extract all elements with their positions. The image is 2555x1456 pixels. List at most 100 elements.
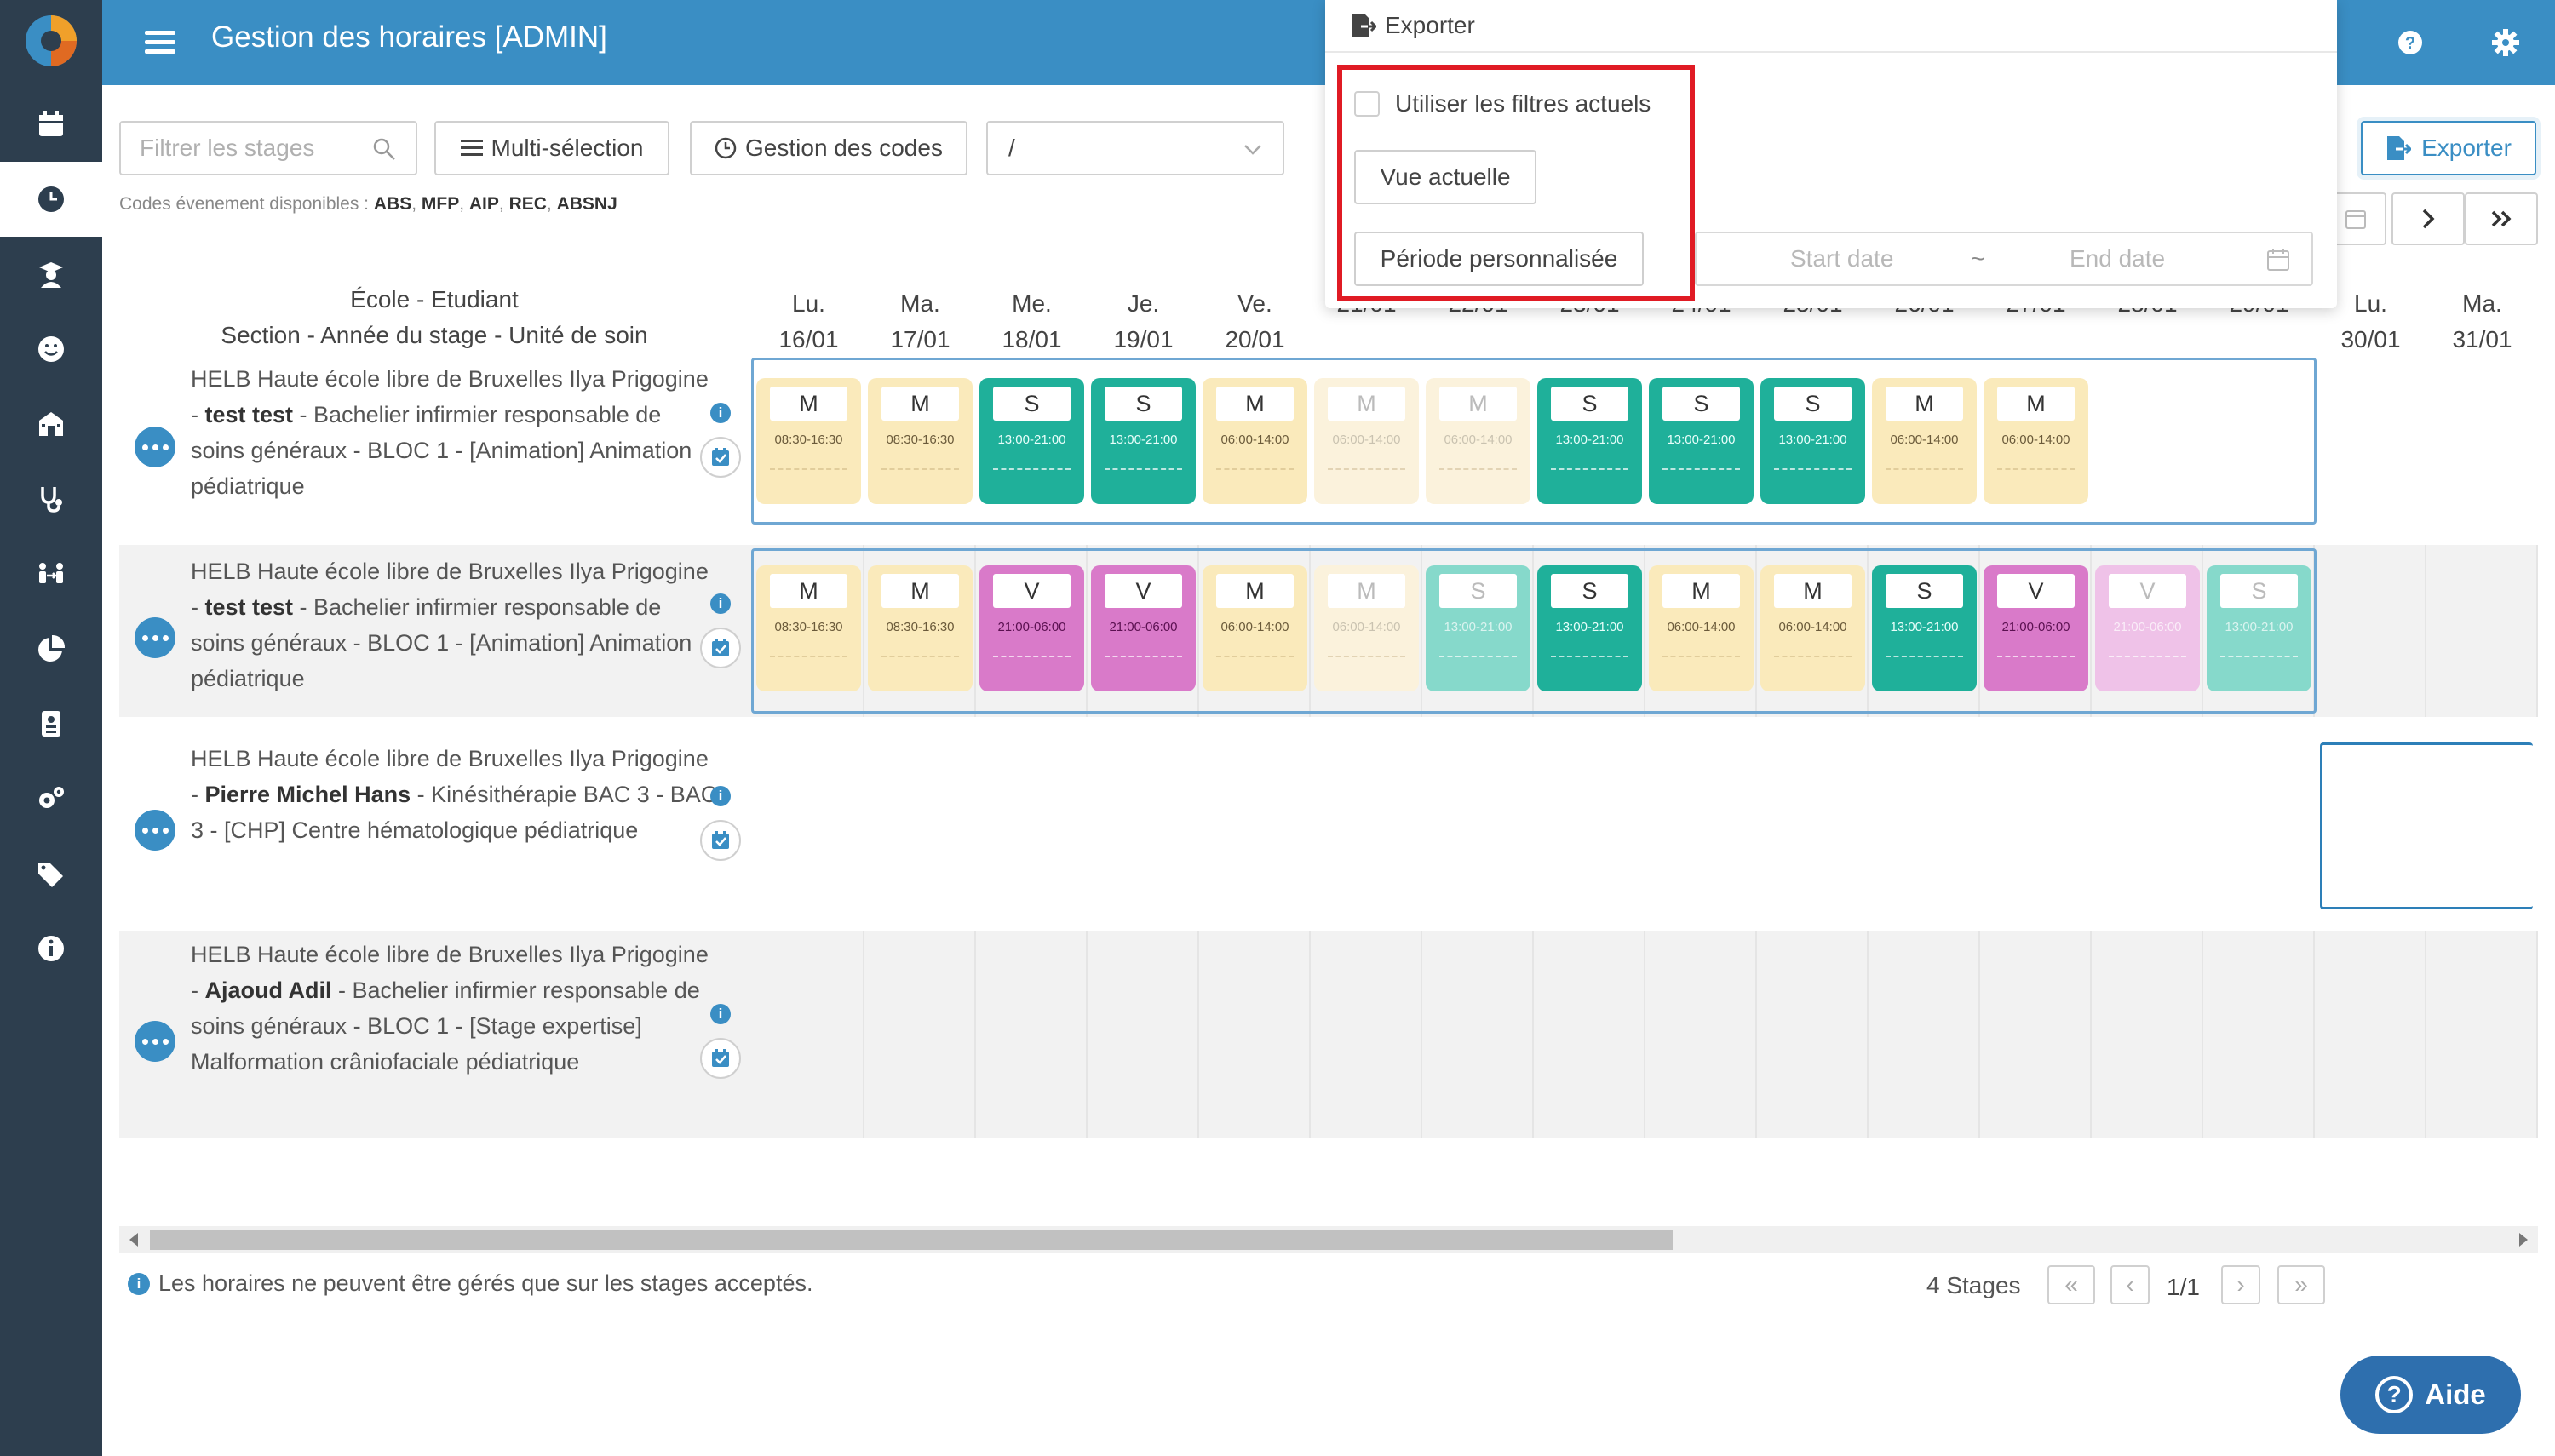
exchange-nav-item[interactable] (0, 536, 102, 611)
stats-nav-item[interactable] (0, 611, 102, 686)
calendar-check-icon[interactable] (700, 1038, 741, 1079)
shift-block[interactable]: M 06:00-14:00 (1203, 565, 1307, 691)
calendar-nav-item[interactable] (0, 87, 102, 162)
school-name: HELB Haute école libre de Bruxelles Ilya… (191, 942, 709, 967)
info-icon[interactable]: i (710, 593, 731, 614)
shift-block[interactable]: M 08:30-16:30 (868, 565, 973, 691)
checkbox[interactable] (1354, 91, 1380, 117)
graduate-icon (39, 262, 63, 288)
calendar-check-icon[interactable] (700, 437, 741, 478)
gear-icon[interactable] (2487, 24, 2524, 61)
next-week-button[interactable] (2391, 192, 2465, 245)
shift-block[interactable]: S 13:00-21:00 (2207, 565, 2311, 691)
stage-filter-input[interactable]: Filtrer les stages (119, 121, 417, 175)
day-cell[interactable] (1757, 931, 1869, 1138)
shift-block[interactable]: M 08:30-16:30 (756, 378, 861, 504)
day-cell[interactable] (2426, 931, 2538, 1138)
shift-block[interactable]: S 13:00-21:00 (1091, 378, 1196, 504)
shift-block[interactable]: V 21:00-06:00 (1091, 565, 1196, 691)
info-icon[interactable]: i (710, 1004, 731, 1024)
shift-block[interactable]: M 06:00-14:00 (1649, 565, 1754, 691)
scroll-right-arrow-icon[interactable] (2519, 1233, 2528, 1247)
shift-block[interactable]: M 06:00-14:00 (1314, 565, 1419, 691)
about-nav-item[interactable] (0, 911, 102, 986)
codes-management-button[interactable]: Gestion des codes (690, 121, 967, 175)
shift-code: M (770, 387, 847, 421)
tags-nav-item[interactable] (0, 836, 102, 911)
shift-block[interactable]: V 21:00-06:00 (979, 565, 1084, 691)
end-date-input[interactable]: End date (2070, 245, 2165, 272)
info-icon[interactable]: i (710, 403, 731, 423)
horizontal-scrollbar[interactable] (119, 1226, 2538, 1253)
next-page-button[interactable]: › (2221, 1265, 2260, 1304)
shift-block[interactable]: M 06:00-14:00 (1426, 378, 1530, 504)
day-cell[interactable] (1311, 931, 1422, 1138)
last-page-button[interactable]: » (2277, 1265, 2325, 1304)
institution-nav-item[interactable] (0, 387, 102, 461)
day-cell[interactable] (1869, 931, 1980, 1138)
shift-block[interactable]: S 13:00-21:00 (1426, 565, 1530, 691)
shift-block[interactable]: M 06:00-14:00 (1314, 378, 1419, 504)
export-button[interactable]: Exporter (2361, 121, 2536, 175)
shift-block[interactable]: M 06:00-14:00 (1760, 565, 1865, 691)
previous-page-button[interactable]: ‹ (2110, 1265, 2150, 1304)
last-week-button[interactable] (2465, 192, 2538, 245)
day-cell[interactable] (2426, 545, 2538, 717)
info-icon[interactable]: i (710, 786, 731, 806)
help-icon[interactable]: ? (2391, 24, 2429, 61)
date-range-picker[interactable]: Start date ~ End date (1695, 232, 2313, 286)
app-logo[interactable] (20, 10, 82, 72)
day-cell[interactable] (1199, 931, 1311, 1138)
day-cell[interactable] (1645, 931, 1757, 1138)
shift-block[interactable]: V 21:00-06:00 (1984, 565, 2088, 691)
day-cell[interactable] (976, 931, 1088, 1138)
student-nav-item[interactable] (0, 312, 102, 387)
scroll-left-arrow-icon[interactable] (129, 1233, 138, 1247)
section-select[interactable]: / (986, 121, 1284, 175)
day-of-week: Me. (1012, 290, 1052, 317)
shift-block[interactable]: S 13:00-21:00 (979, 378, 1084, 504)
custom-period-button[interactable]: Période personnalisée (1354, 232, 1644, 286)
schedules-nav-item[interactable] (0, 162, 102, 237)
day-cell[interactable] (1534, 931, 1645, 1138)
shift-block[interactable]: V 21:00-06:00 (2095, 565, 2200, 691)
row-actions-button[interactable] (135, 1021, 175, 1062)
shift-block[interactable]: M 06:00-14:00 (1872, 378, 1977, 504)
row-actions-button[interactable] (135, 617, 175, 658)
day-cell[interactable] (2092, 931, 2203, 1138)
shift-block[interactable]: S 13:00-21:00 (1537, 565, 1642, 691)
badge-nav-item[interactable] (0, 686, 102, 761)
row-actions-button[interactable] (135, 810, 175, 851)
shift-block[interactable]: S 13:00-21:00 (1760, 378, 1865, 504)
day-cell[interactable] (2315, 931, 2426, 1138)
teacher-nav-item[interactable] (0, 237, 102, 312)
shift-block[interactable]: S 13:00-21:00 (1872, 565, 1977, 691)
day-cell[interactable] (2315, 545, 2426, 717)
shift-block[interactable]: M 08:30-16:30 (868, 378, 973, 504)
day-cell[interactable] (753, 931, 864, 1138)
shift-block[interactable]: M 06:00-14:00 (1203, 378, 1307, 504)
multi-select-button[interactable]: Multi-sélection (434, 121, 669, 175)
calendar-check-icon[interactable] (700, 628, 741, 668)
medical-nav-item[interactable] (0, 461, 102, 536)
current-view-button[interactable]: Vue actuelle (1354, 150, 1536, 204)
use-current-filters-checkbox[interactable]: Utiliser les filtres actuels (1354, 90, 1651, 118)
scrollbar-thumb[interactable] (150, 1230, 1673, 1250)
day-cell[interactable] (1980, 931, 2092, 1138)
settings-nav-item[interactable] (0, 761, 102, 836)
shift-block[interactable]: M 08:30-16:30 (756, 565, 861, 691)
row-actions-button[interactable] (135, 427, 175, 467)
calendar-check-icon[interactable] (700, 820, 741, 861)
shift-code: M (881, 387, 959, 421)
day-cell[interactable] (864, 931, 976, 1138)
shift-block[interactable]: S 13:00-21:00 (1537, 378, 1642, 504)
start-date-input[interactable]: Start date (1790, 245, 1893, 272)
day-cell[interactable] (1088, 931, 1199, 1138)
first-page-button[interactable]: « (2047, 1265, 2095, 1304)
menu-icon[interactable] (145, 26, 175, 60)
day-cell[interactable] (2203, 931, 2315, 1138)
shift-block[interactable]: S 13:00-21:00 (1649, 378, 1754, 504)
help-button[interactable]: ? Aide (2340, 1356, 2521, 1434)
day-cell[interactable] (1422, 931, 1534, 1138)
shift-block[interactable]: M 06:00-14:00 (1984, 378, 2088, 504)
